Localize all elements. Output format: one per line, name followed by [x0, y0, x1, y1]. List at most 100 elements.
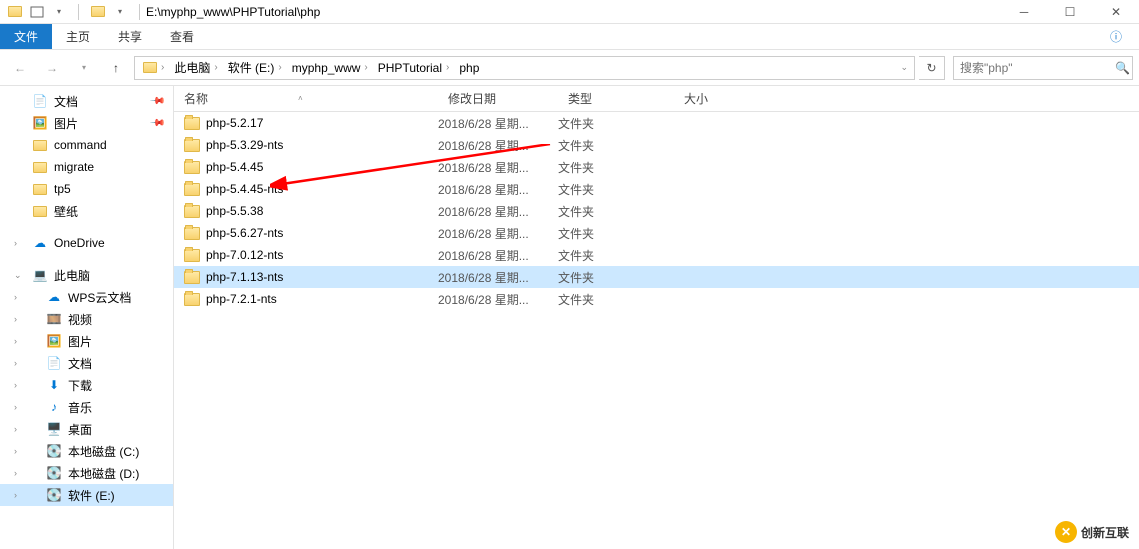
file-row[interactable]: php-7.0.12-nts2018/6/28 星期...文件夹 — [174, 244, 1139, 266]
crumb-drive[interactable]: 软件 (E:)› — [224, 57, 286, 79]
sidebar-desktop[interactable]: ›🖥️桌面 — [0, 418, 173, 440]
crumb-d2[interactable]: PHPTutorial› — [374, 57, 454, 79]
chevron-right-icon[interactable]: › — [14, 446, 17, 456]
file-row[interactable]: php-5.5.382018/6/28 星期...文件夹 — [174, 200, 1139, 222]
chevron-right-icon[interactable]: › — [14, 292, 17, 302]
sidebar-pictures2[interactable]: ›🖼️图片 — [0, 330, 173, 352]
sidebar-video[interactable]: ›🎞️视频 — [0, 308, 173, 330]
sidebar-command[interactable]: command — [0, 134, 173, 156]
download-icon: ⬇ — [46, 377, 62, 393]
file-row[interactable]: php-5.4.45-nts2018/6/28 星期...文件夹 — [174, 178, 1139, 200]
file-date: 2018/6/28 星期... — [438, 115, 558, 132]
folder-icon — [184, 271, 200, 284]
folder-icon — [184, 249, 200, 262]
tab-home[interactable]: 主页 — [52, 24, 104, 49]
file-type: 文件夹 — [558, 225, 674, 242]
window-controls: ─ ☐ ✕ — [1001, 0, 1139, 24]
sidebar-wallpaper[interactable]: 壁纸 — [0, 200, 173, 222]
chevron-right-icon[interactable]: › — [14, 336, 17, 346]
chevron-right-icon[interactable]: › — [14, 314, 17, 324]
sidebar-diskc[interactable]: ›💽本地磁盘 (C:) — [0, 440, 173, 462]
sidebar[interactable]: 📄文档📌 🖼️图片📌 command migrate tp5 壁纸 ›☁OneD… — [0, 86, 174, 549]
file-date: 2018/6/28 星期... — [438, 247, 558, 264]
video-icon: 🎞️ — [46, 311, 62, 327]
chevron-right-icon[interactable]: › — [14, 490, 17, 500]
file-date: 2018/6/28 星期... — [438, 225, 558, 242]
address-bar[interactable]: › 此电脑› 软件 (E:)› myphp_www› PHPTutorial› … — [134, 56, 915, 80]
file-list[interactable]: php-5.2.172018/6/28 星期...文件夹php-5.3.29-n… — [174, 112, 1139, 549]
search-input[interactable] — [960, 61, 1115, 75]
sort-asc-icon: ˄ — [298, 94, 303, 103]
cloud-icon: ☁ — [46, 289, 62, 305]
col-name[interactable]: 名称˄ — [174, 90, 438, 107]
pc-icon: 💻 — [32, 267, 48, 283]
watermark: ✕ 创新互联 — [1055, 521, 1129, 543]
file-row[interactable]: php-5.2.172018/6/28 星期...文件夹 — [174, 112, 1139, 134]
ribbon-help[interactable]: ⓘ — [1093, 24, 1139, 49]
chevron-right-icon[interactable]: › — [14, 380, 17, 390]
qat-dropdown[interactable]: ▾ — [50, 3, 68, 21]
file-name: php-5.4.45-nts — [206, 182, 283, 196]
nav-forward[interactable]: → — [38, 54, 66, 82]
address-dropdown[interactable]: ⌄ — [900, 62, 914, 73]
content-area: 名称˄ 修改日期 类型 大小 php-5.2.172018/6/28 星期...… — [174, 86, 1139, 549]
sidebar-diskd[interactable]: ›💽本地磁盘 (D:) — [0, 462, 173, 484]
sidebar-migrate[interactable]: migrate — [0, 156, 173, 178]
nav-recent[interactable]: ▾ — [70, 54, 98, 82]
chevron-down-icon[interactable]: ⌄ — [14, 270, 22, 281]
sidebar-onedrive[interactable]: ›☁OneDrive — [0, 232, 173, 254]
folder-icon — [184, 183, 200, 196]
sidebar-documents2[interactable]: ›📄文档 — [0, 352, 173, 374]
document-icon: 📄 — [46, 355, 62, 371]
file-row[interactable]: php-7.1.13-nts2018/6/28 星期...文件夹 — [174, 266, 1139, 288]
search-icon[interactable]: 🔍 — [1115, 61, 1130, 75]
sidebar-documents[interactable]: 📄文档📌 — [0, 90, 173, 112]
pin-icon[interactable]: 📌 — [148, 115, 165, 132]
tab-share[interactable]: 共享 — [104, 24, 156, 49]
sidebar-diske[interactable]: ›💽软件 (E:) — [0, 484, 173, 506]
nav-up[interactable]: ↑ — [102, 54, 130, 82]
folder-icon — [32, 137, 48, 153]
qat-btn-1[interactable] — [28, 3, 46, 21]
sidebar-downloads[interactable]: ›⬇下载 — [0, 374, 173, 396]
folder-icon — [184, 117, 200, 130]
chevron-right-icon[interactable]: › — [14, 238, 17, 248]
file-date: 2018/6/28 星期... — [438, 159, 558, 176]
sidebar-thispc[interactable]: ⌄💻此电脑 — [0, 264, 173, 286]
file-date: 2018/6/28 星期... — [438, 291, 558, 308]
file-row[interactable]: php-7.2.1-nts2018/6/28 星期...文件夹 — [174, 288, 1139, 310]
chevron-right-icon[interactable]: › — [14, 358, 17, 368]
pin-icon[interactable]: 📌 — [148, 93, 165, 110]
tab-file[interactable]: 文件 — [0, 24, 52, 49]
titlebar: ▾ ▾ E:\myphp_www\PHPTutorial\php ─ ☐ ✕ — [0, 0, 1139, 24]
desktop-icon: 🖥️ — [46, 421, 62, 437]
crumb-d3[interactable]: php — [455, 57, 483, 79]
chevron-right-icon[interactable]: › — [14, 424, 17, 434]
folder-icon — [6, 3, 24, 21]
minimize-button[interactable]: ─ — [1001, 0, 1047, 24]
chevron-right-icon[interactable]: › — [14, 468, 17, 478]
refresh-button[interactable]: ↻ — [919, 56, 945, 80]
sidebar-wps[interactable]: ›☁WPS云文档 — [0, 286, 173, 308]
nav-back[interactable]: ← — [6, 54, 34, 82]
crumb-root[interactable]: › — [139, 57, 168, 79]
file-row[interactable]: php-5.4.452018/6/28 星期...文件夹 — [174, 156, 1139, 178]
sidebar-music[interactable]: ›♪音乐 — [0, 396, 173, 418]
sidebar-tp5[interactable]: tp5 — [0, 178, 173, 200]
folder-icon — [184, 293, 200, 306]
sidebar-pictures[interactable]: 🖼️图片📌 — [0, 112, 173, 134]
search-box[interactable]: 🔍 — [953, 56, 1133, 80]
file-row[interactable]: php-5.3.29-nts2018/6/28 星期...文件夹 — [174, 134, 1139, 156]
crumb-d1[interactable]: myphp_www› — [288, 57, 372, 79]
chevron-right-icon[interactable]: › — [14, 402, 17, 412]
crumb-pc[interactable]: 此电脑› — [170, 57, 221, 79]
ribbon: 文件 主页 共享 查看 ⓘ — [0, 24, 1139, 50]
file-name: php-5.4.45 — [206, 160, 263, 174]
col-size[interactable]: 大小 — [674, 90, 754, 107]
col-type[interactable]: 类型 — [558, 90, 674, 107]
file-row[interactable]: php-5.6.27-nts2018/6/28 星期...文件夹 — [174, 222, 1139, 244]
maximize-button[interactable]: ☐ — [1047, 0, 1093, 24]
close-button[interactable]: ✕ — [1093, 0, 1139, 24]
tab-view[interactable]: 查看 — [156, 24, 208, 49]
col-date[interactable]: 修改日期 — [438, 90, 558, 107]
